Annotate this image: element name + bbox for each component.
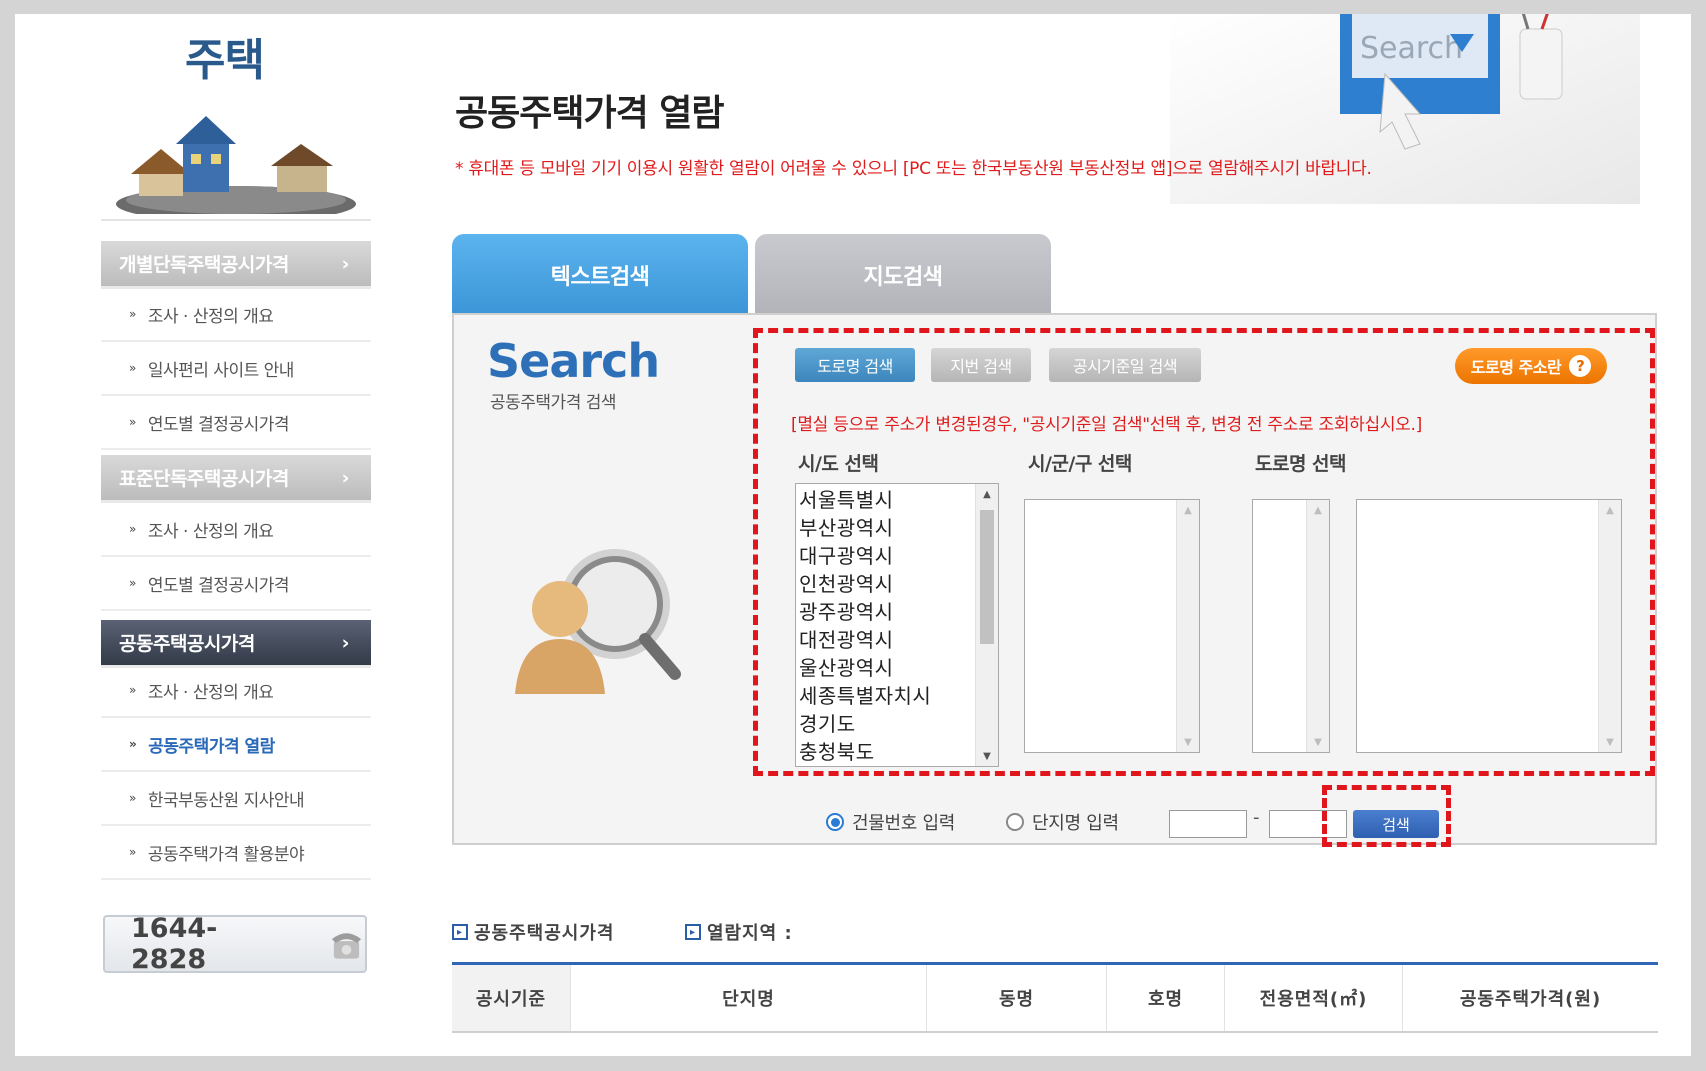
chevron-right-icon: › — [341, 466, 350, 489]
column-header-unit: 호명 — [1106, 965, 1224, 1031]
radio-building-number[interactable]: 건물번호 입력 — [826, 809, 955, 835]
bullet-icon: » — [129, 683, 136, 697]
tab-map-search[interactable]: 지도검색 — [755, 234, 1051, 316]
radio-label: 단지명 입력 — [1032, 813, 1119, 834]
bullet-icon: » — [129, 576, 136, 590]
menu-item-survey-overview-2[interactable]: » 조사 · 산정의 개요 — [101, 503, 371, 557]
mobile-notice: * 휴대폰 등 모바일 기기 이용시 원활한 열람이 어려울 수 있으니 [PC… — [455, 159, 1372, 179]
menu-item-survey-overview-1[interactable]: » 조사 · 산정의 개요 — [101, 288, 371, 342]
menu-item-label: 조사 · 산정의 개요 — [147, 306, 274, 327]
menu-head-standard-house[interactable]: 표준단독주택공시가격 › — [101, 455, 371, 503]
menu-item-yearly-price-1[interactable]: » 연도별 결정공시가격 — [101, 396, 371, 450]
highlight-search-button — [1322, 785, 1451, 847]
telephone-icon — [331, 933, 362, 959]
bullet-icon: » — [129, 307, 136, 321]
bullet-icon: » — [129, 845, 136, 859]
menu-head-individual-house[interactable]: 개별단독주택공시가격 › — [101, 241, 371, 289]
page-title: 공동주택가격 열람 — [455, 93, 724, 134]
column-header-price: 공동주택가격(원) — [1402, 965, 1658, 1031]
bullet-icon: » — [129, 737, 137, 751]
menu-item-label: 공동주택가격 활용분야 — [147, 844, 305, 865]
menu-head-label: 공동주택공시가격 — [119, 633, 255, 655]
bullet-icon: » — [129, 361, 136, 375]
square-arrow-icon: ▸ — [685, 924, 701, 940]
houses-illustration — [116, 116, 356, 214]
result-table-header: 공시기준 단지명 동명 호명 전용면적(㎡) 공동주택가격(원) — [452, 962, 1658, 1033]
chevron-right-icon: › — [341, 631, 350, 654]
menu-item-label: 한국부동산원 지사안내 — [147, 790, 305, 811]
chevron-right-icon: › — [341, 252, 350, 275]
search-brand-subtitle: 공동주택가격 검색 — [490, 393, 617, 413]
menu-item-label: 조사 · 산정의 개요 — [147, 521, 274, 542]
menu-item-branch-info[interactable]: » 한국부동산원 지사안내 — [101, 772, 371, 826]
column-header-notice-date: 공시기준 — [452, 965, 570, 1031]
menu-item-label: 연도별 결정공시가격 — [147, 575, 290, 596]
menu-head-label: 개별단독주택공시가격 — [119, 254, 289, 276]
highlight-search-area — [753, 328, 1655, 776]
building-main-number-input[interactable] — [1169, 810, 1247, 838]
menu-head-label: 표준단독주택공시가격 — [119, 468, 289, 490]
menu-item-apartment-price-view[interactable]: » 공동주택가격 열람 — [101, 718, 371, 772]
legend-label: 열람지역 : — [707, 923, 793, 944]
decor-search-text: Search — [1360, 31, 1463, 66]
number-separator: - — [1253, 807, 1260, 828]
menu-item-label: 조사 · 산정의 개요 — [147, 682, 274, 703]
menu-item-label: 연도별 결정공시가격 — [147, 414, 290, 435]
bullet-icon: » — [129, 522, 136, 536]
radio-unchecked-icon[interactable] — [1006, 813, 1024, 831]
legend-apartment-price: ▸ 공동주택공시가격 — [452, 919, 614, 945]
search-brand-title: Search — [487, 334, 660, 388]
column-header-building: 동명 — [926, 965, 1106, 1031]
menu-item-yearly-price-2[interactable]: » 연도별 결정공시가격 — [101, 557, 371, 611]
menu-item-usage-field[interactable]: » 공동주택가격 활용분야 — [101, 826, 371, 880]
menu-item-ilsa-site[interactable]: » 일사편리 사이트 안내 — [101, 342, 371, 396]
radio-checked-icon[interactable] — [826, 813, 844, 831]
legend-label: 공동주택공시가격 — [474, 923, 615, 944]
person-magnifier-illustration — [515, 549, 681, 694]
square-arrow-icon: ▸ — [452, 924, 468, 940]
page: Search 주택 개별단독주택공시가격 › » 조사 · 산정의 개요 » 일… — [15, 14, 1691, 1056]
bullet-icon: » — [129, 791, 136, 805]
sidebar-divider — [101, 219, 371, 221]
menu-item-survey-overview-3[interactable]: » 조사 · 산정의 개요 — [101, 664, 371, 718]
menu-head-apartment[interactable]: 공동주택공시가격 › — [101, 620, 371, 668]
column-header-complex-name: 단지명 — [570, 965, 926, 1031]
menu-item-label: 공동주택가격 열람 — [148, 736, 275, 757]
sidebar-title: 주택 — [185, 35, 265, 86]
column-header-area: 전용면적(㎡) — [1224, 965, 1402, 1031]
radio-label: 건물번호 입력 — [852, 813, 955, 834]
radio-complex-name[interactable]: 단지명 입력 — [1006, 809, 1119, 835]
tab-text-search[interactable]: 텍스트검색 — [452, 234, 748, 316]
phone-contact-box: 1644-2828 — [103, 913, 367, 975]
menu-item-label: 일사편리 사이트 안내 — [147, 360, 295, 381]
phone-number: 1644-2828 — [131, 913, 218, 975]
bullet-icon: » — [129, 415, 136, 429]
legend-view-region: ▸ 열람지역 : — [685, 919, 793, 945]
